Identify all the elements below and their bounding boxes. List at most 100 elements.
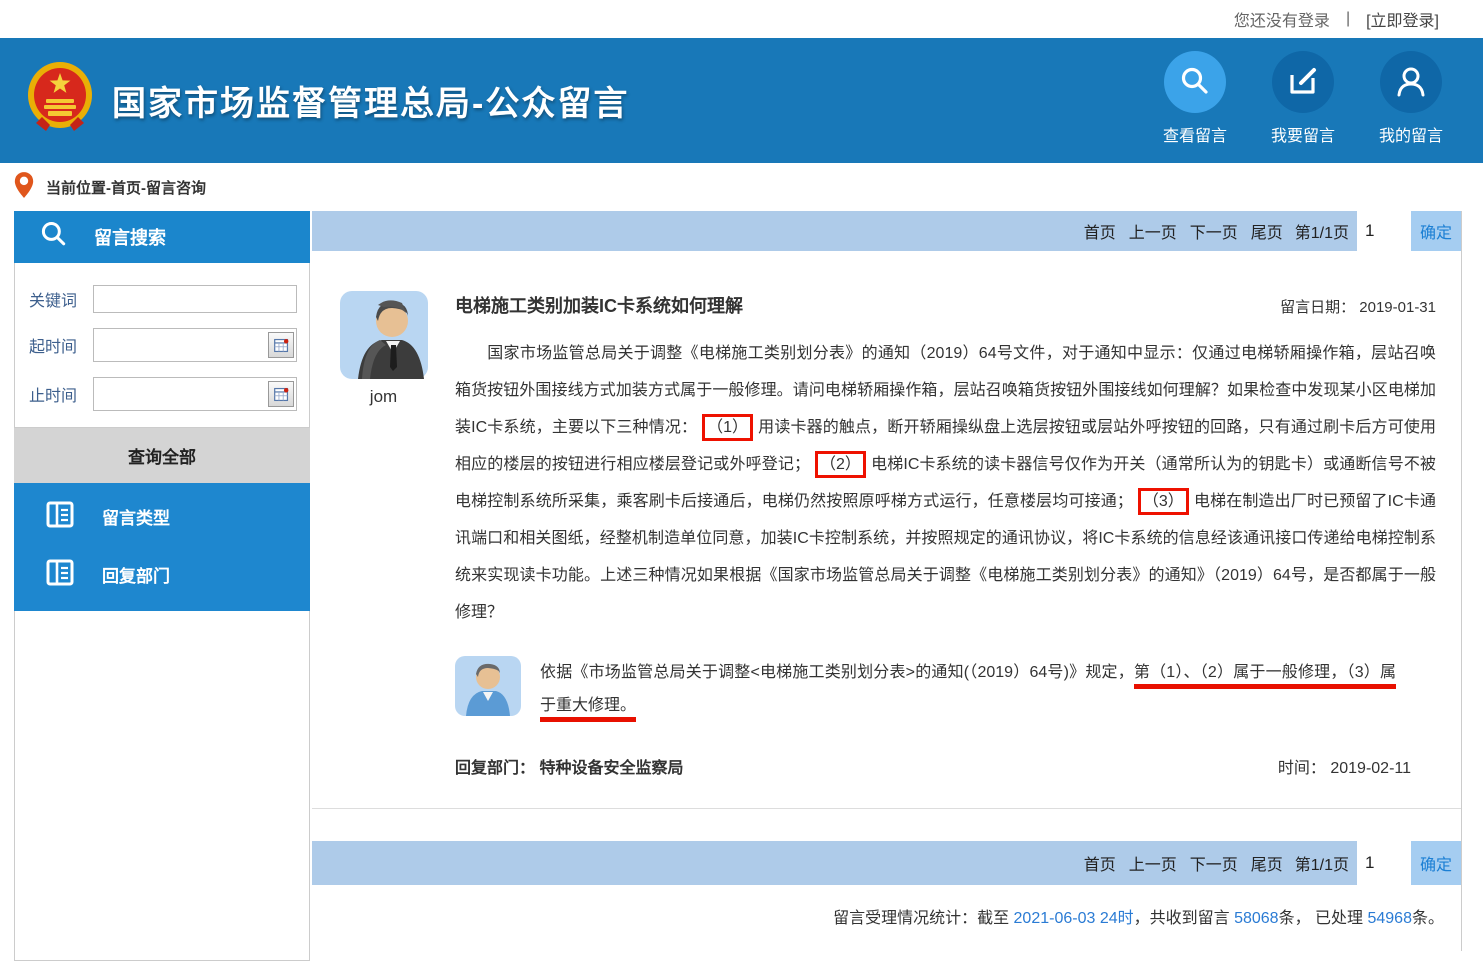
- reply-department: 回复部门： 特种设备安全监察局: [455, 754, 683, 778]
- divider: [312, 808, 1461, 809]
- sidebar-item-label: 留言类型: [102, 504, 170, 529]
- location-pin-icon: [13, 170, 35, 204]
- avatar: [340, 291, 428, 384]
- sidebar-menu: 留言类型 回复部门: [14, 483, 310, 611]
- list-icon: [45, 557, 75, 592]
- login-status-text: 您还没有登录: [1234, 7, 1330, 31]
- pagination-top: 首页 上一页 下一页 尾页 第1/1页 确定: [312, 211, 1461, 251]
- reply-item: 依据《市场监管总局关于调整<电梯施工类别划分表>的通知(（2019）64号)》规…: [455, 656, 1436, 722]
- topbar-separator: |: [1346, 10, 1350, 28]
- pagination-bottom: 首页 上一页 下一页 尾页 第1/1页 确定: [312, 841, 1461, 885]
- end-time-label: 止时间: [29, 382, 93, 406]
- page-title: 国家市场监督管理总局-公众留言: [112, 76, 629, 125]
- reply-meta-row: 回复部门： 特种设备安全监察局 时间： 2019-02-11: [455, 754, 1436, 778]
- next-page-link[interactable]: 下一页: [1190, 219, 1238, 243]
- calendar-icon[interactable]: [268, 332, 294, 358]
- edit-icon[interactable]: [1272, 51, 1334, 113]
- message-item: jom 电梯施工类别加装IC卡系统如何理解 留言日期： 2019-01-31 国…: [312, 286, 1461, 778]
- pagination-links: 首页 上一页 下一页 尾页: [1084, 851, 1283, 875]
- keyword-input[interactable]: [93, 285, 297, 313]
- page-info: 第1/1页: [1295, 851, 1349, 875]
- body-text: 电梯在制造出厂时已预留了IC卡通讯端口和相关图纸，经整机制造单位同意，加装IC卡…: [455, 493, 1436, 621]
- page-number-input[interactable]: [1357, 841, 1401, 885]
- nav-label[interactable]: 我的留言: [1379, 122, 1443, 146]
- author-username: jom: [370, 387, 397, 407]
- stats-processed-unit: 条。: [1412, 910, 1444, 927]
- content: 留言搜索 关键词 起时间: [0, 211, 1483, 961]
- red-annotation-box: （1）: [702, 414, 753, 441]
- query-all-button[interactable]: 查询全部: [14, 428, 310, 483]
- search-icon[interactable]: [1164, 51, 1226, 113]
- reply-department-value: 特种设备安全监察局: [539, 760, 683, 777]
- main-panel: 首页 上一页 下一页 尾页 第1/1页 确定: [312, 211, 1462, 951]
- first-page-link[interactable]: 首页: [1084, 219, 1116, 243]
- red-annotation-box: （2）: [815, 451, 866, 478]
- sidebar-search-header: 留言搜索: [14, 211, 310, 263]
- search-icon: [39, 220, 69, 255]
- pager-spacer: [1401, 211, 1411, 251]
- topbar: 您还没有登录 | [立即登录]: [0, 0, 1483, 38]
- stats-received-unit: 条， 已处理: [1279, 910, 1368, 927]
- user-icon[interactable]: [1380, 51, 1442, 113]
- stats-received-count: 58068: [1234, 910, 1279, 927]
- first-page-link[interactable]: 首页: [1084, 851, 1116, 875]
- red-annotation-box: （3）: [1138, 488, 1189, 515]
- message-title: 电梯施工类别加装IC卡系统如何理解: [455, 292, 743, 318]
- nav-label[interactable]: 我要留言: [1271, 122, 1335, 146]
- breadcrumb-text: 当前位置-首页-留言咨询: [46, 177, 206, 198]
- nav-label[interactable]: 查看留言: [1163, 122, 1227, 146]
- calendar-icon[interactable]: [268, 381, 294, 407]
- confirm-label: 确定: [1420, 851, 1452, 875]
- sidebar-search-form: 关键词 起时间: [14, 263, 310, 428]
- prev-page-link[interactable]: 上一页: [1129, 219, 1177, 243]
- breadcrumb: 当前位置-首页-留言咨询: [0, 163, 1483, 211]
- site-header: 国家市场监督管理总局-公众留言 查看留言 我要留言: [0, 38, 1483, 163]
- message-date-value: 2019-01-31: [1359, 299, 1436, 316]
- reply-prefix: 依据《市场监管总局关于调整<电梯施工类别划分表>的通知(（2019）64号)》规…: [540, 664, 1134, 681]
- pager-spacer: [1401, 841, 1411, 885]
- reply-time-value: 2019-02-11: [1330, 760, 1411, 777]
- list-icon: [45, 499, 75, 534]
- query-all-label: 查询全部: [128, 443, 196, 468]
- last-page-link[interactable]: 尾页: [1251, 851, 1283, 875]
- nav-write-message[interactable]: 我要留言: [1271, 51, 1335, 146]
- reply-text: 依据《市场监管总局关于调整<电梯施工类别划分表>的通知(（2019）64号)》规…: [540, 656, 1436, 722]
- page-number-input[interactable]: [1357, 211, 1401, 251]
- author-column: jom: [312, 286, 455, 778]
- start-time-input[interactable]: [93, 328, 297, 362]
- header-nav: 查看留言 我要留言 我的留言: [1163, 51, 1443, 146]
- stats-processed-count: 54968: [1367, 910, 1412, 927]
- start-time-label: 起时间: [29, 333, 93, 357]
- sidebar-empty-panel: [14, 611, 310, 961]
- stats-received-label: ，共收到留言: [1134, 910, 1234, 927]
- stats-until-date: 2021-06-03 24时: [1014, 910, 1134, 927]
- confirm-button[interactable]: 确定: [1411, 211, 1461, 251]
- end-time-input[interactable]: [93, 377, 297, 411]
- sidebar-search-title: 留言搜索: [94, 224, 166, 250]
- login-link[interactable]: [立即登录]: [1366, 7, 1439, 31]
- sidebar-item-reply-department[interactable]: 回复部门: [14, 545, 310, 603]
- message-content: 电梯施工类别加装IC卡系统如何理解 留言日期： 2019-01-31 国家市场监…: [455, 286, 1461, 778]
- reply-department-label: 回复部门：: [455, 760, 535, 777]
- message-stats: 留言受理情况统计：截至 2021-06-03 24时，共收到留言 58068条，…: [312, 904, 1461, 928]
- stats-label: 留言受理情况统计：: [833, 910, 977, 927]
- sidebar-item-message-type[interactable]: 留言类型: [14, 487, 310, 545]
- message-date-label: 留言日期：: [1280, 299, 1355, 316]
- reply-time-label: 时间：: [1278, 760, 1326, 777]
- confirm-button[interactable]: 确定: [1411, 841, 1461, 885]
- nav-view-messages[interactable]: 查看留言: [1163, 51, 1227, 146]
- reply-time: 时间： 2019-02-11: [1278, 754, 1411, 778]
- last-page-link[interactable]: 尾页: [1251, 219, 1283, 243]
- page-info: 第1/1页: [1295, 219, 1349, 243]
- pagination-links: 首页 上一页 下一页 尾页: [1084, 219, 1283, 243]
- reply-avatar: [455, 656, 521, 722]
- stats-until: 截至: [977, 910, 1013, 927]
- nav-my-messages[interactable]: 我的留言: [1379, 51, 1443, 146]
- message-body: 国家市场监管总局关于调整《电梯施工类别划分表》的通知（2019）64号文件，对于…: [455, 335, 1436, 631]
- message-date: 留言日期： 2019-01-31: [1280, 296, 1436, 317]
- prev-page-link[interactable]: 上一页: [1129, 851, 1177, 875]
- national-emblem-logo: [26, 61, 94, 140]
- sidebar: 留言搜索 关键词 起时间: [14, 211, 310, 961]
- keyword-label: 关键词: [29, 287, 93, 311]
- next-page-link[interactable]: 下一页: [1190, 851, 1238, 875]
